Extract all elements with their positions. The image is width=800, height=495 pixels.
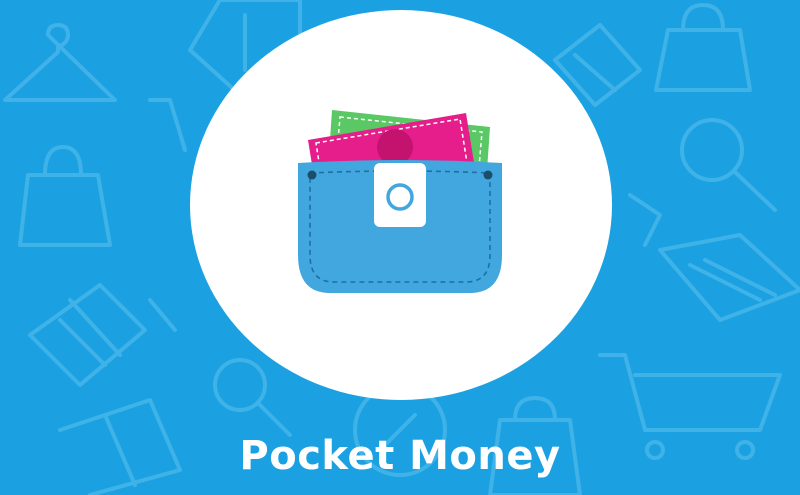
wallet-with-notes-icon <box>298 110 502 293</box>
tag-icon <box>28 283 147 387</box>
hanger-icon <box>3 23 117 102</box>
shopping-cart-icon <box>148 98 187 152</box>
wallet-clasp <box>374 163 426 227</box>
laptop-icon <box>658 233 800 322</box>
magnifier-icon <box>213 358 292 437</box>
shopping-bag-icon <box>654 3 752 92</box>
brand-name: Pocket Money <box>239 433 561 479</box>
shopping-bag-icon <box>18 145 112 247</box>
magnifier-icon <box>680 118 777 212</box>
